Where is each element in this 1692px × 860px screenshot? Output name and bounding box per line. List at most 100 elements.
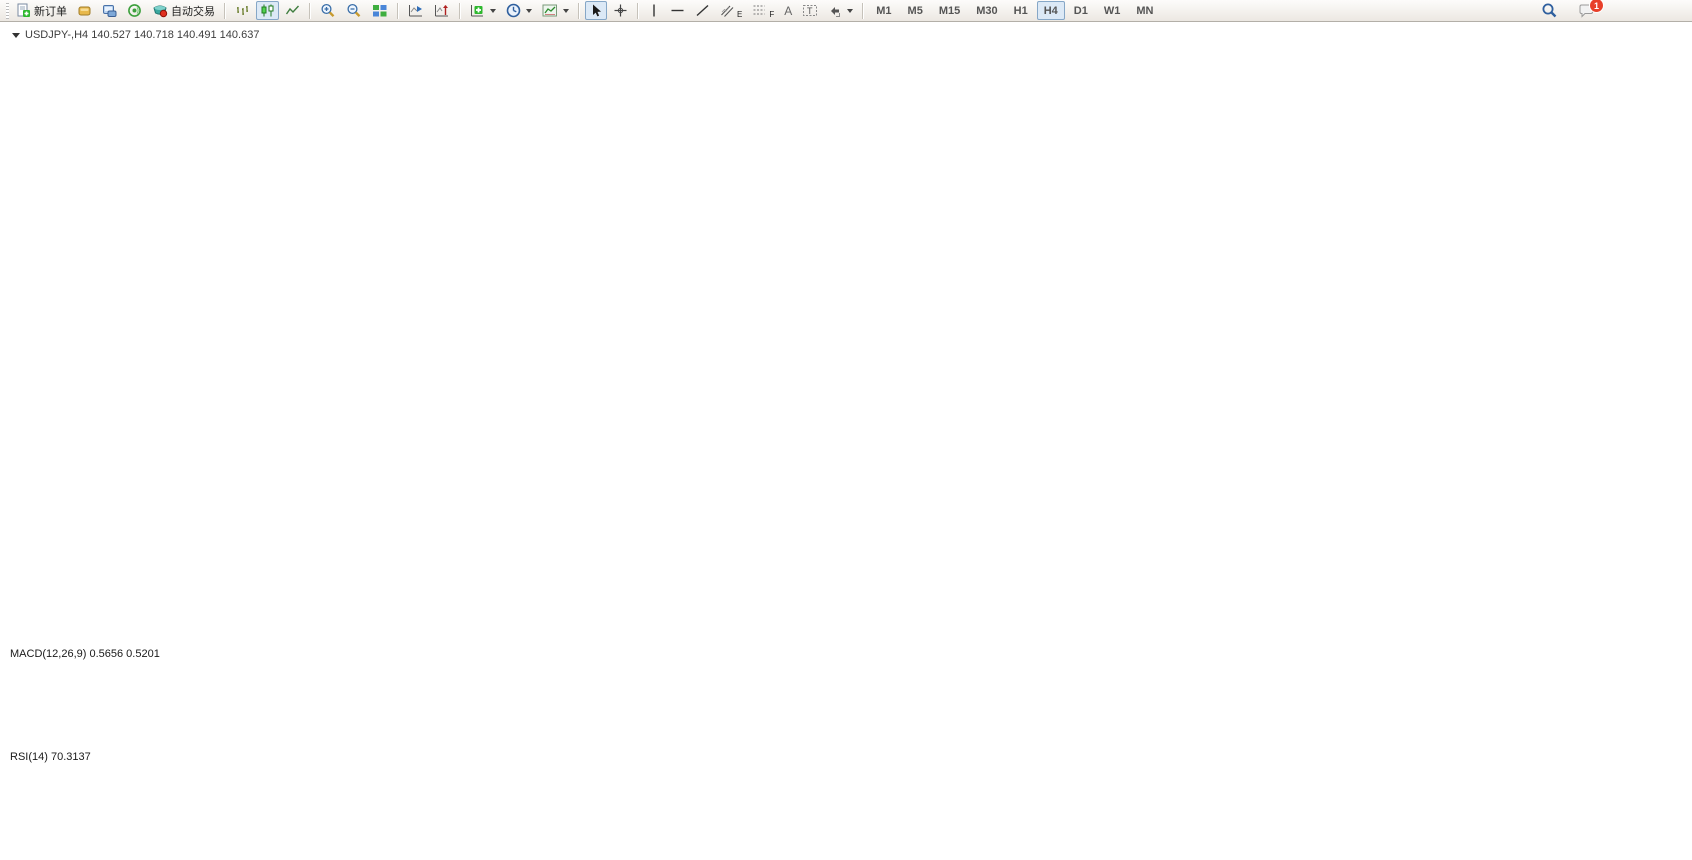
candle	[940, 266, 951, 295]
price-axis[interactable]: 141.190140.750140.310139.870139.430138.9…	[1646, 23, 1692, 838]
horizontal-level-lines[interactable]	[4, 27, 1646, 160]
candle	[829, 270, 840, 284]
search-icon	[1541, 2, 1558, 19]
candle	[1257, 120, 1268, 146]
candle	[607, 401, 618, 409]
signal-icon	[127, 3, 142, 18]
timeframe-button-h1[interactable]: H1	[1007, 1, 1035, 20]
fibonacci-button[interactable]: F	[748, 1, 778, 20]
autotrading-icon	[152, 3, 168, 18]
signals-button[interactable]	[123, 1, 146, 20]
text-tool-icon: A	[784, 4, 792, 18]
candle	[179, 479, 190, 484]
separator	[862, 3, 864, 19]
candle	[1273, 120, 1284, 133]
auto-scroll-button[interactable]	[404, 1, 428, 20]
candle-chart-type-button[interactable]	[256, 1, 279, 20]
window-bottom-edge	[0, 856, 1692, 860]
svg-text:0: 0	[1652, 826, 1658, 838]
svg-text:138.550: 138.550	[1652, 234, 1690, 246]
search-button[interactable]	[1537, 1, 1562, 20]
svg-text:10 May 12:00: 10 May 12:00	[188, 843, 246, 854]
candle	[480, 410, 491, 419]
svg-text:141.337: 141.337	[1650, 25, 1687, 36]
gold-cube-icon	[77, 3, 92, 18]
crosshair-button[interactable]	[609, 1, 632, 20]
price-chart[interactable]: 141.190140.750140.310139.870139.430138.9…	[0, 0, 1692, 860]
periods-button[interactable]	[502, 1, 536, 20]
text-button[interactable]: A	[780, 1, 796, 20]
svg-text:139.870: 139.870	[1652, 135, 1690, 147]
candle	[195, 479, 206, 542]
candle	[544, 428, 555, 437]
trendline-icon	[695, 3, 710, 18]
candle	[1305, 146, 1316, 169]
templates-button[interactable]	[538, 1, 573, 20]
bar-chart-icon	[235, 3, 250, 18]
svg-text:140.420: 140.420	[1650, 94, 1687, 105]
candlestick-icon	[260, 3, 275, 18]
terminal-button[interactable]	[98, 1, 121, 20]
svg-text:11 May 04:00: 11 May 04:00	[251, 843, 308, 854]
new-order-icon	[16, 3, 31, 18]
zoom-in-button[interactable]	[316, 1, 340, 20]
candle	[766, 247, 777, 297]
bar-chart-type-button[interactable]	[231, 1, 254, 20]
candle	[338, 555, 349, 561]
timeframe-button-mn[interactable]: MN	[1129, 1, 1160, 20]
svg-text:137.230: 137.230	[1652, 333, 1690, 345]
cursor-button[interactable]	[585, 1, 607, 20]
candle	[671, 328, 682, 337]
timeframe-button-m1[interactable]: M1	[869, 1, 898, 20]
timeframe-button-h4[interactable]: H4	[1037, 1, 1065, 20]
svg-text:136.790: 136.790	[1652, 366, 1690, 378]
timeframe-button-d1[interactable]: D1	[1067, 1, 1095, 20]
time-axis[interactable]: 8 May 20239 May 04:009 May 20:0010 May 1…	[2, 833, 1387, 854]
separator	[397, 3, 399, 19]
rsi-level-lines	[4, 768, 1646, 819]
toolbar-gripper[interactable]	[6, 3, 9, 19]
text-label-icon: T	[802, 3, 818, 18]
svg-text:133.710: 133.710	[1652, 598, 1690, 610]
candle	[702, 329, 713, 338]
svg-text:134.150: 134.150	[1652, 565, 1690, 577]
line-chart-type-button[interactable]	[281, 1, 304, 20]
vertical-line-button[interactable]	[644, 1, 664, 20]
candle	[972, 231, 983, 239]
trendline-button[interactable]	[691, 1, 714, 20]
candle	[1162, 185, 1173, 195]
new-order-button[interactable]: 新订单	[12, 1, 71, 20]
separator	[637, 3, 639, 19]
candle	[369, 540, 380, 548]
text-label-button[interactable]: T	[798, 1, 822, 20]
tile-windows-button[interactable]	[368, 1, 392, 20]
arrows-button[interactable]	[824, 1, 857, 20]
timeframe-button-m30[interactable]: M30	[969, 1, 1004, 20]
timeframe-button-m15[interactable]: M15	[932, 1, 967, 20]
indicators-button[interactable]	[466, 1, 500, 20]
candle	[68, 516, 79, 531]
svg-text:136.350: 136.350	[1652, 399, 1690, 411]
candle	[1004, 233, 1015, 238]
candle	[258, 546, 269, 572]
svg-text:100: 100	[1652, 747, 1670, 759]
timeframe-button-m5[interactable]: M5	[901, 1, 930, 20]
toolbar: 新订单 自动交易	[0, 0, 1692, 22]
candle	[1051, 228, 1062, 239]
autotrading-button[interactable]: 自动交易	[148, 1, 219, 20]
zoom-out-button[interactable]	[342, 1, 366, 20]
separator	[459, 3, 461, 19]
candle	[909, 307, 920, 310]
candle	[1083, 239, 1094, 253]
candle	[496, 410, 507, 418]
dropdown-caret	[526, 9, 532, 13]
notifications-button[interactable]: 1	[1574, 1, 1599, 20]
candle	[1337, 92, 1348, 151]
chart-shift-button[interactable]	[430, 1, 454, 20]
timeframe-button-w1[interactable]: W1	[1097, 1, 1128, 20]
chart-window-button[interactable]	[73, 1, 96, 20]
horizontal-line-button[interactable]	[666, 1, 689, 20]
candle	[798, 233, 809, 240]
candle	[1035, 228, 1046, 231]
channel-button[interactable]: E	[716, 1, 746, 20]
